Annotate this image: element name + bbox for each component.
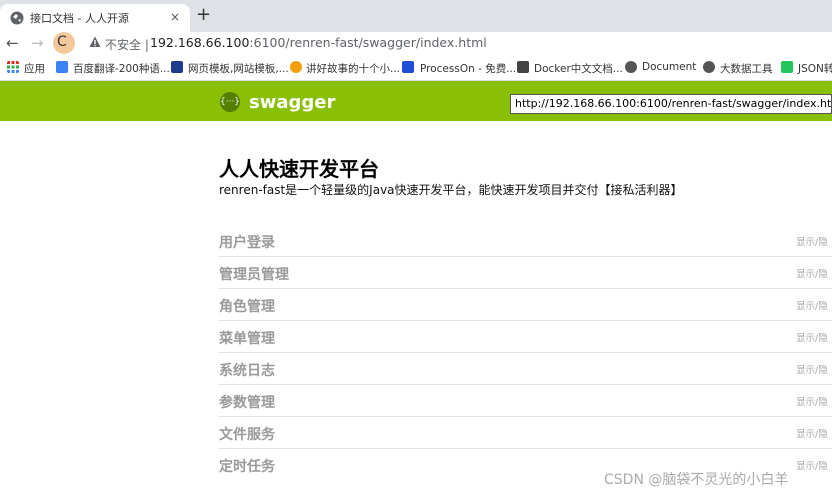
url-path: :6100/renren-fast/swagger/index.html [249, 35, 487, 50]
resource-name[interactable]: 参数管理 [219, 392, 275, 412]
resource-file-service[interactable]: 文件服务 显示/隐 [219, 417, 832, 449]
resource-user-login[interactable]: 用户登录 显示/隐 [219, 225, 832, 257]
insecure-label[interactable]: 不安全 | [105, 36, 149, 53]
bookmark-storytelling[interactable]: 讲好故事的十个小... [306, 61, 400, 76]
tab-title: 接口文档 - 人人开源 [30, 12, 129, 25]
api-url-input[interactable]: http://192.168.66.100:6100/renren-fast/s… [510, 94, 832, 114]
story-site-icon [290, 61, 302, 73]
processon-icon [402, 61, 414, 73]
bookmark-document[interactable]: Document [642, 61, 696, 73]
show-hide-link[interactable]: 显示/隐 [796, 298, 828, 312]
bookmark-docker-docs[interactable]: Docker中文文档... [534, 61, 623, 76]
docker-doc-icon [517, 61, 529, 73]
bookmark-apps[interactable]: 应用 [24, 61, 45, 76]
page-description: renren-fast是一个轻量级的Java快速开发平台，能快速开发项目并交付【… [219, 183, 683, 197]
page-title: 人人快速开发平台 [219, 157, 379, 181]
resource-name[interactable]: 角色管理 [219, 296, 275, 316]
browser-tab[interactable]: 接口文档 - 人人开源 × [0, 4, 190, 32]
address-bar[interactable]: 192.168.66.100:6100/renren-fast/swagger/… [150, 35, 487, 50]
warning-icon [89, 36, 101, 47]
globe-icon [10, 11, 24, 25]
url-host: 192.168.66.100 [150, 35, 250, 50]
show-hide-link[interactable]: 显示/隐 [796, 458, 828, 472]
template-site-icon [171, 61, 183, 73]
show-hide-link[interactable]: 显示/隐 [796, 266, 828, 280]
tab-close-icon[interactable]: × [170, 10, 180, 24]
globe-icon [625, 61, 637, 73]
translate-icon [56, 61, 68, 73]
reload-icon[interactable]: C [57, 34, 67, 50]
show-hide-link[interactable]: 显示/隐 [796, 330, 828, 344]
swagger-logo-icon[interactable]: {···} [220, 92, 240, 112]
resource-admin-management[interactable]: 管理员管理 显示/隐 [219, 257, 832, 289]
swagger-logo-text[interactable]: swagger [249, 92, 335, 113]
resource-param-management[interactable]: 参数管理 显示/隐 [219, 385, 832, 417]
bookmark-bigdata-tools[interactable]: 大数据工具 [720, 61, 773, 76]
bookmarks-bar: 应用 百度翻译-200种语... 网页模板,网站模板,... 讲好故事的十个小.… [0, 56, 832, 81]
bookmark-web-templates[interactable]: 网页模板,网站模板,... [188, 61, 289, 76]
globe-icon [703, 61, 715, 73]
forward-arrow-icon[interactable]: → [31, 34, 44, 52]
show-hide-link[interactable]: 显示/隐 [796, 234, 828, 248]
show-hide-link[interactable]: 显示/隐 [796, 394, 828, 408]
resource-name[interactable]: 菜单管理 [219, 328, 275, 348]
swagger-header: {···} swagger http://192.168.66.100:6100… [0, 81, 832, 121]
bookmark-processon[interactable]: ProcessOn - 免费... [420, 61, 516, 76]
resource-name[interactable]: 定时任务 [219, 456, 275, 476]
bookmark-json[interactable]: JSON转 [798, 61, 832, 76]
show-hide-link[interactable]: 显示/隐 [796, 426, 828, 440]
resource-name[interactable]: 管理员管理 [219, 264, 289, 284]
browser-toolbar: ← → C 不安全 | 192.168.66.100:6100/renren-f… [0, 32, 832, 56]
new-tab-button[interactable]: + [196, 6, 211, 24]
apps-grid-icon [7, 61, 19, 73]
tab-strip: 接口文档 - 人人开源 × + [0, 0, 832, 32]
back-arrow-icon[interactable]: ← [6, 34, 19, 52]
json-tool-icon [781, 61, 793, 73]
resource-name[interactable]: 文件服务 [219, 424, 275, 444]
bookmark-baidu-translate[interactable]: 百度翻译-200种语... [73, 61, 170, 76]
resource-name[interactable]: 用户登录 [219, 232, 275, 252]
show-hide-link[interactable]: 显示/隐 [796, 362, 828, 376]
resource-menu-management[interactable]: 菜单管理 显示/隐 [219, 321, 832, 353]
resource-system-log[interactable]: 系统日志 显示/隐 [219, 353, 832, 385]
csdn-watermark: CSDN @脑袋不灵光的小白羊 [604, 472, 789, 488]
resource-role-management[interactable]: 角色管理 显示/隐 [219, 289, 832, 321]
resource-name[interactable]: 系统日志 [219, 360, 275, 380]
